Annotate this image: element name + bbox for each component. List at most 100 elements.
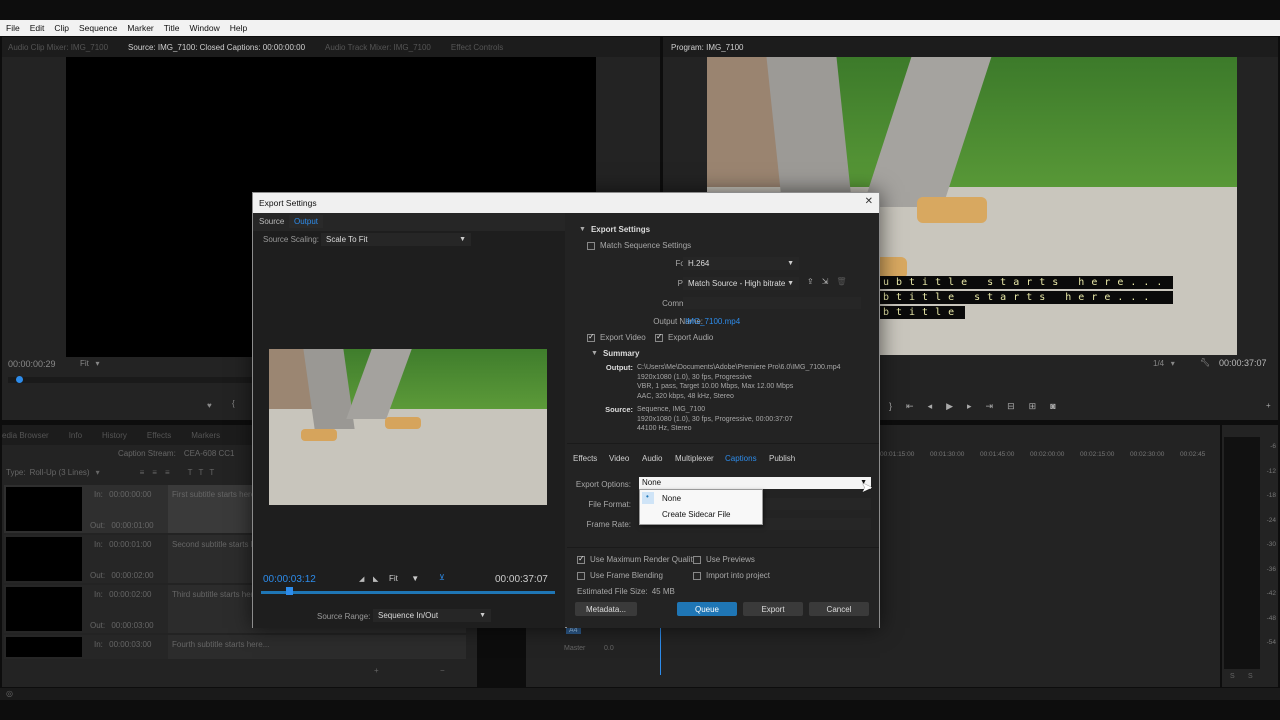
match-sequence-checkbox[interactable]: Match Sequence Settings [587, 241, 691, 250]
caption-text[interactable]: Fourth subtitle starts here... [172, 640, 269, 649]
camera-icon[interactable]: ◙ [1050, 401, 1069, 411]
export-audio-checkbox[interactable]: Export Audio [655, 332, 713, 342]
aspect-ratio-icon[interactable]: ⊻ [439, 573, 445, 582]
tab-media-browser[interactable]: edia Browser [2, 431, 49, 440]
track-a4[interactable]: A4 [566, 627, 581, 634]
step-back-icon[interactable]: ◂ [928, 401, 947, 411]
caption-in-time[interactable]: 00:00:00:00 [109, 490, 151, 499]
source-fit-select[interactable]: Fit ▾ [80, 359, 100, 368]
master-value[interactable]: 0.0 [604, 645, 614, 652]
text-style-icons[interactable]: TTT [188, 468, 221, 477]
export-range-bar[interactable] [261, 591, 555, 594]
go-to-in-icon[interactable]: ⇤ [906, 401, 928, 411]
source-scaling-select[interactable]: Scale To Fit ▼ [321, 233, 471, 246]
delete-preset-icon[interactable]: 🗑︎ [836, 277, 854, 286]
option-none[interactable]: None [662, 494, 681, 503]
menu-sequence[interactable]: Sequence [79, 23, 117, 33]
tab-publish[interactable]: Publish [769, 454, 795, 463]
menu-window[interactable]: Window [190, 23, 220, 33]
caption-text[interactable]: First subtitle starts here... [172, 490, 262, 499]
step-forward-icon[interactable]: ▸ [967, 401, 986, 411]
add-caption-icon[interactable]: + [374, 666, 379, 675]
format-select[interactable]: H.264 ▼ [683, 257, 799, 270]
tab-effects[interactable]: Effects [147, 431, 171, 440]
wrench-icon[interactable]: 🔧︎ [1200, 358, 1210, 367]
tab-effects[interactable]: Effects [573, 454, 597, 463]
save-preset-icon[interactable]: ⇪ [807, 277, 822, 286]
preset-select[interactable]: Match Source - High bitrate ▼ [683, 277, 799, 290]
timeline-ruler[interactable]: 00:01:15:00 00:01:30:00 00:01:45:00 00:0… [880, 451, 1210, 463]
solo-left[interactable]: S [1230, 673, 1235, 680]
tab-program[interactable]: Program: IMG_7100 [671, 43, 743, 52]
tab-source[interactable]: Source [259, 217, 284, 226]
caption-text[interactable]: Third subtitle starts here... [172, 590, 264, 599]
queue-button[interactable]: Queue [677, 602, 737, 616]
solo-right[interactable]: S [1248, 673, 1253, 680]
source-range-select[interactable]: Sequence In/Out ▼ [373, 609, 491, 622]
program-zoom-select[interactable]: 1/4 ▾ [1153, 359, 1175, 368]
import-preset-icon[interactable]: ⇲ [822, 277, 837, 286]
close-icon[interactable]: ✕ [865, 196, 873, 207]
chevron-down-icon[interactable]: ▾ [96, 468, 100, 477]
tab-video[interactable]: Video [609, 454, 629, 463]
import-into-project-checkbox[interactable]: Import into project [693, 571, 770, 580]
frame-blending-checkbox[interactable]: Use Frame Blending [577, 571, 663, 580]
caption-in-time[interactable]: 00:00:03:00 [109, 640, 151, 649]
export-settings-header[interactable]: ▼ Export Settings [579, 225, 650, 234]
menu-marker[interactable]: Marker [127, 23, 153, 33]
source-playhead[interactable] [16, 376, 23, 383]
max-render-quality-checkbox[interactable]: Use Maximum Render Quality [577, 554, 697, 564]
caption-in-time[interactable]: 00:00:02:00 [109, 590, 151, 599]
tab-effect-controls[interactable]: Effect Controls [451, 43, 503, 52]
tab-markers[interactable]: Markers [191, 431, 220, 440]
tab-audio[interactable]: Audio [642, 454, 662, 463]
menu-edit[interactable]: Edit [30, 23, 45, 33]
add-marker-icon[interactable]: ♥ [207, 401, 212, 410]
menu-title[interactable]: Title [164, 23, 180, 33]
caption-in-time[interactable]: 00:00:01:00 [109, 540, 151, 549]
tab-captions[interactable]: Captions [725, 454, 757, 463]
set-in-point-icon[interactable]: ◢ [359, 575, 364, 583]
set-out-point-icon[interactable]: ◣ [373, 575, 378, 583]
tab-multiplexer[interactable]: Multiplexer [675, 454, 714, 463]
preview-playhead[interactable] [286, 587, 293, 595]
export-button[interactable]: Export [743, 602, 803, 616]
metadata-button[interactable]: Metadata... [575, 602, 637, 616]
play-icon[interactable]: ▶ [946, 401, 967, 411]
option-create-sidecar-file[interactable]: Create Sidecar File [662, 510, 730, 519]
caption-item-4[interactable]: In: 00:00:03:00 Fourth subtitle starts h… [4, 635, 466, 659]
caption-out-time[interactable]: 00:00:03:00 [111, 621, 153, 630]
lift-icon[interactable]: ⊟ [1007, 401, 1029, 411]
caption-type-value[interactable]: Roll-Up (3 Lines) [30, 468, 90, 477]
tab-info[interactable]: Info [69, 431, 82, 440]
fit-select[interactable]: Fit ▼ [389, 574, 419, 583]
tab-output[interactable]: Output [289, 215, 324, 228]
source-time-ruler[interactable] [8, 377, 253, 383]
caption-out-time[interactable]: 00:00:01:00 [111, 521, 153, 530]
menu-help[interactable]: Help [230, 23, 247, 33]
mark-in-icon[interactable]: { [232, 399, 235, 408]
export-video-checkbox[interactable]: Export Video [587, 332, 646, 342]
caption-out-time[interactable]: 00:00:02:00 [111, 571, 153, 580]
remove-caption-icon[interactable]: − [440, 666, 445, 675]
timeline-playhead[interactable] [660, 625, 661, 675]
add-button-icon[interactable]: + [1266, 401, 1271, 410]
tab-audio-clip-mixer[interactable]: Audio Clip Mixer: IMG_7100 [8, 43, 108, 52]
tab-audio-track-mixer[interactable]: Audio Track Mixer: IMG_7100 [325, 43, 431, 52]
caption-stream-value[interactable]: CEA-608 CC1 [184, 449, 235, 458]
go-to-out-icon[interactable]: ⇥ [986, 401, 1008, 411]
tab-history[interactable]: History [102, 431, 127, 440]
text-align-icons[interactable]: ≡≡≡ [140, 468, 178, 477]
tab-source[interactable]: Source: IMG_7100: Closed Captions: 00:00… [128, 43, 305, 52]
use-previews-checkbox[interactable]: Use Previews [693, 555, 755, 564]
comments-input[interactable] [683, 297, 861, 309]
cancel-button[interactable]: Cancel [809, 602, 869, 616]
output-name-link[interactable]: IMG_7100.mp4 [685, 317, 740, 326]
export-options-select[interactable]: None ▼ [639, 477, 871, 489]
mark-out-icon[interactable]: } [889, 401, 906, 411]
menu-clip[interactable]: Clip [54, 23, 69, 33]
current-time[interactable]: 00:00:03:12 [263, 574, 316, 585]
extract-icon[interactable]: ⊞ [1029, 401, 1051, 411]
menu-file[interactable]: File [6, 23, 20, 33]
summary-header[interactable]: ▼ Summary [591, 349, 639, 358]
